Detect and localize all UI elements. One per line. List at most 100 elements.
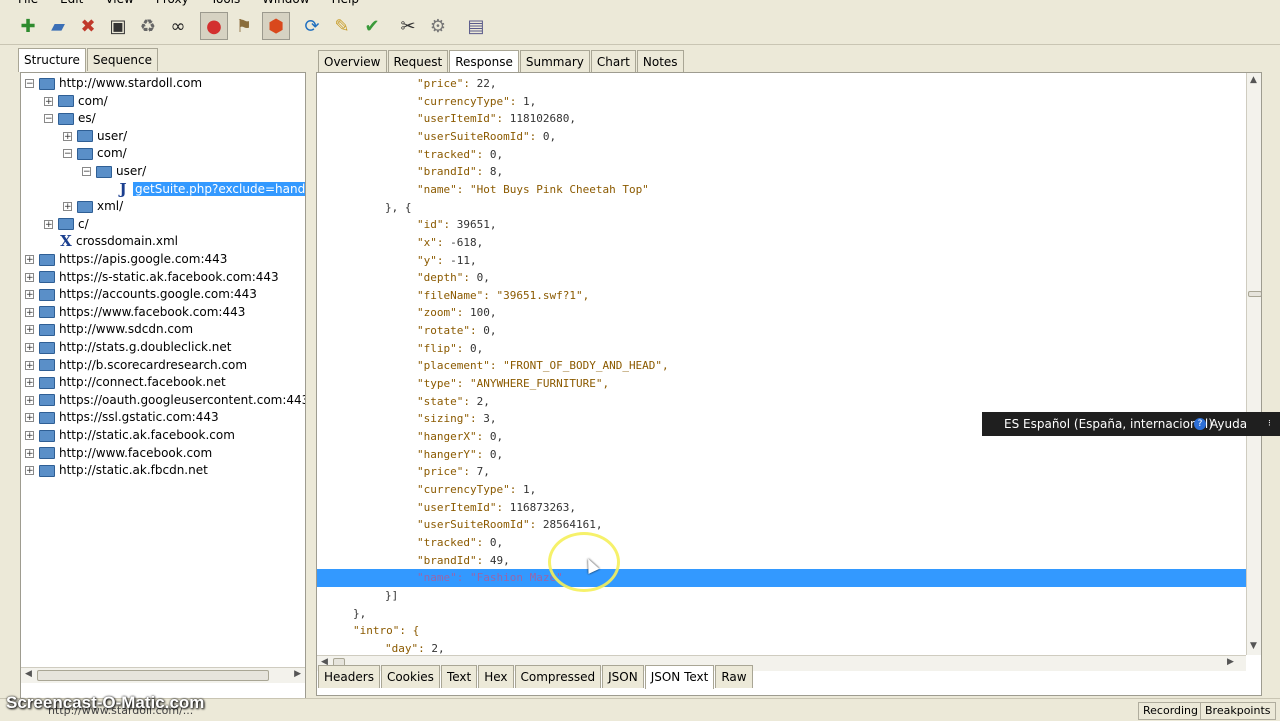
expand-icon[interactable]: + — [63, 202, 72, 212]
menu-edit[interactable]: Edit — [60, 0, 83, 6]
scroll-left-icon[interactable]: ◀ — [25, 669, 32, 679]
json-key: "id" — [417, 218, 444, 232]
code-line: "type": "ANYWHERE_FURNITURE", — [317, 375, 1261, 393]
code-vertical-scrollbar[interactable]: ▲ ▼ — [1246, 73, 1261, 655]
scroll-up-icon[interactable]: ▲ — [1250, 75, 1257, 85]
expand-icon[interactable]: + — [25, 413, 34, 423]
add-button[interactable]: ✚ — [14, 12, 42, 40]
tree-scroll-thumb[interactable] — [37, 670, 269, 681]
expand-icon[interactable]: + — [25, 290, 34, 300]
refresh-icon: ⟳ — [304, 15, 320, 37]
code-scroll-thumb[interactable] — [1248, 291, 1261, 297]
tab-hex[interactable]: Hex — [478, 665, 514, 688]
tab-response[interactable]: Response — [449, 50, 519, 74]
menu-view[interactable]: View — [105, 0, 133, 6]
collapse-icon[interactable]: − — [82, 167, 91, 177]
breakpoints-status[interactable]: Breakpoints — [1200, 702, 1276, 720]
tree-node-label: com/ — [78, 93, 108, 108]
menu-tools[interactable]: Tools — [211, 0, 241, 6]
help-icon[interactable]: ? — [1194, 418, 1206, 430]
language-label[interactable]: ES Español (España, internacional) — [1004, 412, 1213, 436]
folder-icon — [39, 77, 55, 90]
expand-icon[interactable]: + — [25, 431, 34, 441]
expand-icon[interactable]: + — [25, 395, 34, 405]
expand-icon[interactable]: + — [25, 325, 34, 335]
json-value: 7, — [476, 465, 490, 479]
json-key: "userSuiteRoomId" — [417, 518, 530, 532]
menu-help[interactable]: Help — [332, 0, 359, 6]
help-label[interactable]: Ayuda — [1210, 412, 1247, 436]
expand-icon[interactable]: + — [25, 272, 34, 282]
save-button[interactable]: ▣ — [104, 12, 132, 40]
tab-cookies[interactable]: Cookies — [380, 665, 440, 688]
json-colon: : — [476, 147, 490, 161]
options-icon[interactable]: ⁝ — [1268, 412, 1271, 436]
menu-window[interactable]: Window — [262, 0, 309, 6]
tab-text[interactable]: Text — [440, 665, 478, 688]
expand-icon[interactable]: + — [25, 343, 34, 353]
expand-icon[interactable]: + — [63, 131, 72, 141]
expand-icon[interactable]: + — [25, 360, 34, 370]
expand-icon[interactable]: + — [44, 219, 53, 229]
check-button[interactable]: ✔ — [358, 12, 386, 40]
tab-chart[interactable]: Chart — [590, 50, 636, 73]
close-session-button[interactable]: ✖ — [74, 12, 102, 40]
tools-button[interactable]: ✂ — [394, 12, 422, 40]
scroll-down-icon[interactable]: ▼ — [1250, 641, 1257, 651]
binoculars-button[interactable]: ∞ — [164, 12, 192, 40]
scroll-right-icon[interactable]: ▶ — [1227, 657, 1234, 667]
json-value: 0, — [542, 129, 557, 143]
collapse-icon[interactable]: − — [63, 149, 72, 159]
collapse-icon[interactable]: − — [44, 114, 53, 124]
stop-button[interactable]: ⬢ — [262, 12, 290, 40]
tab-sequence[interactable]: Sequence — [86, 48, 159, 71]
tab-notes[interactable]: Notes — [636, 50, 684, 73]
expand-icon[interactable]: + — [25, 378, 34, 388]
json-colon: : — [476, 165, 490, 179]
trash-button[interactable]: ♻ — [134, 12, 162, 40]
collapse-icon[interactable]: − — [25, 79, 34, 89]
open-button[interactable]: ▰ — [44, 12, 72, 40]
json-value: -618, — [450, 235, 484, 249]
settings-button[interactable]: ⚙ — [424, 12, 452, 40]
recording-status[interactable]: Recording — [1138, 702, 1204, 720]
code-line: "brandId": 8, — [317, 163, 1261, 181]
tab-summary[interactable]: Summary — [519, 50, 590, 73]
expand-icon[interactable]: + — [25, 466, 34, 476]
tab-json[interactable]: JSON — [602, 665, 644, 688]
tab-overview[interactable]: Overview — [318, 50, 387, 73]
tree-node-label: es/ — [78, 111, 96, 126]
json-text-view[interactable]: "day": 2, "intro": {},}] "name": "Fashion … — [316, 72, 1262, 696]
json-colon: : — [463, 465, 477, 479]
tab-raw[interactable]: Raw — [715, 665, 753, 688]
json-value: 116873263, — [509, 500, 576, 514]
folder-icon — [39, 376, 55, 389]
tab-request[interactable]: Request — [387, 50, 449, 73]
expand-icon[interactable]: + — [25, 255, 34, 265]
tree-horizontal-scrollbar[interactable]: ◀ ▶ — [21, 667, 305, 683]
tab-structure[interactable]: Structure — [18, 48, 86, 72]
json-colon: : — [476, 553, 490, 567]
tab-json-text[interactable]: JSON Text — [644, 665, 715, 689]
json-value: "Hot Buys Pink Cheetah Top" — [470, 182, 649, 196]
json-key: "type" — [417, 377, 457, 391]
edit-button[interactable]: ✎ — [328, 12, 356, 40]
menu-file[interactable]: File — [18, 0, 38, 6]
menu-proxy[interactable]: Proxy — [156, 0, 189, 6]
expand-icon[interactable]: + — [25, 448, 34, 458]
json-value: 0, — [489, 535, 504, 549]
tree-node-label: http://static.ak.fbcdn.net — [59, 463, 208, 478]
broom-button[interactable]: ⚑ — [230, 12, 258, 40]
scroll-right-icon[interactable]: ▶ — [294, 669, 301, 679]
record-button[interactable]: ● — [200, 12, 228, 40]
refresh-button[interactable]: ⟳ — [298, 12, 326, 40]
tab-compressed[interactable]: Compressed — [514, 665, 602, 688]
tab-headers[interactable]: Headers — [318, 665, 380, 688]
clear-button[interactable]: ▤ — [462, 12, 490, 40]
expand-icon[interactable]: + — [44, 96, 53, 106]
json-value: 0, — [470, 341, 484, 355]
json-value: 39651, — [456, 218, 497, 232]
language-bar[interactable]: ES Español (España, internacional) ? Ayu… — [982, 412, 1280, 436]
tree-node-body: http://stats.g.doubleclick.net — [39, 339, 232, 356]
expand-icon[interactable]: + — [25, 307, 34, 317]
